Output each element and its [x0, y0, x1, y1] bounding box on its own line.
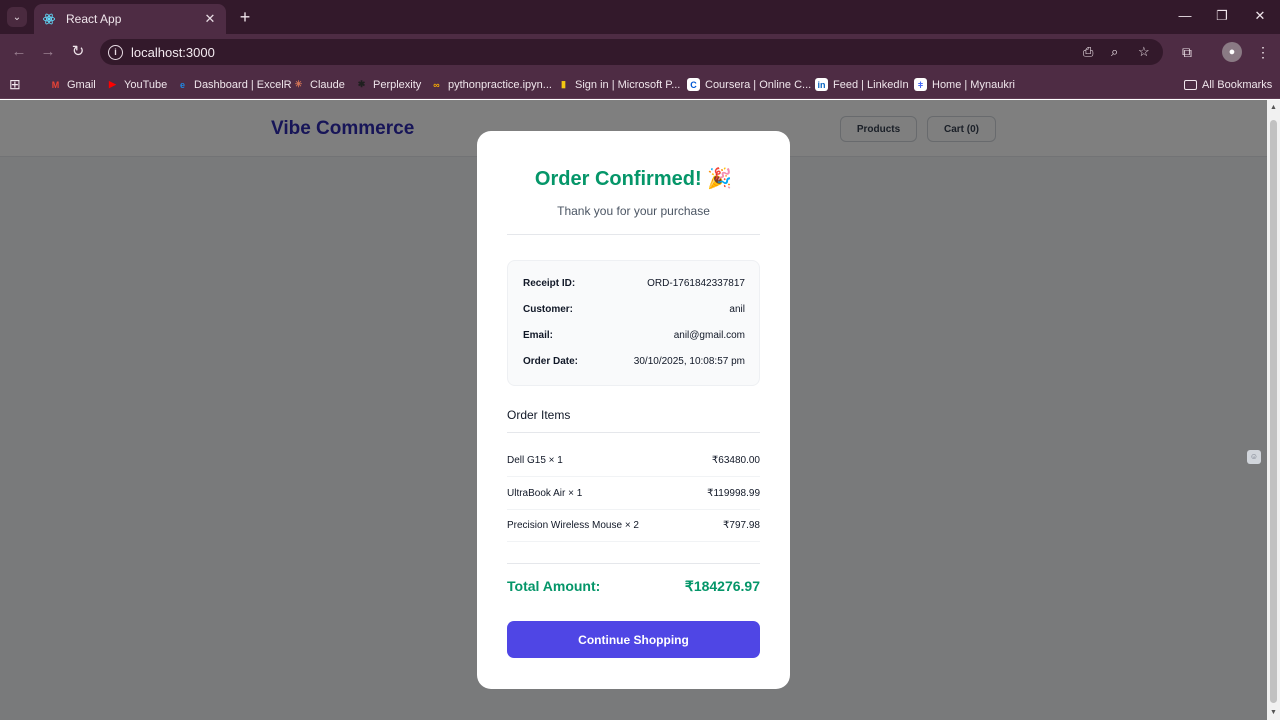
bookmark-label: Gmail: [67, 78, 96, 91]
extensions-icon[interactable]: ⧉: [1178, 43, 1196, 61]
receipt-row-id: Receipt ID: ORD-1761842337817: [523, 278, 745, 289]
new-tab-button[interactable]: +: [236, 7, 254, 27]
browser-menu-icon[interactable]: ⋮: [1254, 43, 1272, 61]
browser-toolbar: ← → ↻ i localhost:3000 ⎙ ⌕ ☆ ⧉ ● ⋮: [0, 34, 1280, 70]
receipt-value: ORD-1761842337817: [647, 278, 745, 289]
divider: [507, 234, 760, 235]
receipt-label: Order Date:: [523, 356, 579, 367]
item-price: ₹797.98: [723, 519, 760, 531]
bookmark-label: Dashboard | ExcelR: [194, 78, 292, 91]
bookmark-label: pythonpractice.ipyn...: [448, 78, 552, 91]
excelr-icon: e: [179, 79, 185, 90]
restore-button[interactable]: ❐: [1212, 8, 1232, 26]
receipt-label: Email:: [523, 330, 554, 341]
continue-shopping-button[interactable]: Continue Shopping: [507, 621, 760, 658]
order-total: Total Amount: ₹184276.97: [507, 578, 760, 595]
apps-grid-icon[interactable]: ⊞: [9, 76, 21, 93]
tab-strip: ⌄ React App ✕ + — ❐ ✕: [0, 0, 1280, 34]
bookmark-label: Home | Mynaukri: [932, 78, 1015, 91]
bookmark-star-icon[interactable]: ☆: [1138, 39, 1150, 65]
tab-search-button[interactable]: ⌄: [7, 7, 27, 27]
bookmark-powerbi[interactable]: ▮ Sign in | Microsoft P...: [557, 76, 680, 93]
bookmarks-bar: ⊞ M Gmail ▶ YouTube e Dashboard | ExcelR ✳ Clau…: [0, 70, 1280, 99]
order-item-row: Dell G15 × 1 ₹63480.00: [507, 444, 760, 477]
item-name: UltraBook Air × 1: [507, 487, 583, 499]
url-text[interactable]: localhost:3000: [131, 45, 215, 60]
bookmark-excelr[interactable]: e Dashboard | ExcelR: [176, 76, 292, 93]
bookmark-label: Claude: [310, 78, 345, 91]
receipt-row-date: Order Date: 30/10/2025, 10:08:57 pm: [523, 356, 745, 367]
item-price: ₹63480.00: [711, 454, 760, 466]
scrollbar-thumb[interactable]: [1270, 120, 1277, 703]
receipt-value: anil: [729, 304, 745, 315]
item-price: ₹119998.99: [707, 487, 760, 499]
order-items-heading: Order Items: [507, 408, 571, 422]
reload-icon[interactable]: ↻: [68, 43, 88, 61]
naukri-icon: ǂ: [914, 78, 927, 91]
profile-avatar-icon[interactable]: ●: [1222, 42, 1242, 62]
close-window-button[interactable]: ✕: [1250, 8, 1270, 26]
divider: [507, 563, 760, 564]
receipt-details: Receipt ID: ORD-1761842337817 Customer: …: [507, 260, 760, 386]
modal-subtitle: Thank you for your purchase: [557, 204, 710, 218]
tab-react-app[interactable]: React App ✕: [34, 4, 226, 34]
linkedin-icon: in: [815, 78, 828, 91]
bookmark-perplexity[interactable]: ✱ Perplexity: [355, 76, 422, 93]
item-name: Dell G15 × 1: [507, 454, 563, 466]
bookmark-youtube[interactable]: ▶ YouTube: [106, 76, 167, 93]
item-name: Precision Wireless Mouse × 2: [507, 519, 639, 531]
bookmark-label: Sign in | Microsoft P...: [575, 78, 681, 91]
bookmark-label: Perplexity: [373, 78, 422, 91]
page-scrollbar[interactable]: ▲ ▼: [1267, 100, 1280, 720]
react-icon: [42, 13, 56, 25]
bookmark-label: Feed | LinkedIn: [833, 78, 909, 91]
claude-icon: ✳: [294, 79, 303, 89]
modal-title: Order Confirmed! 🎉: [534, 168, 733, 190]
order-confirmation-modal: Order Confirmed! 🎉 Thank you for your pu…: [477, 131, 790, 689]
bookmark-linkedin[interactable]: in Feed | LinkedIn: [815, 76, 909, 93]
divider: [507, 432, 760, 433]
bookmark-label: Coursera | Online C...: [705, 78, 812, 91]
perplexity-icon: ✱: [357, 79, 366, 89]
back-arrow-icon[interactable]: ←: [9, 43, 29, 61]
receipt-value: 30/10/2025, 10:08:57 pm: [633, 356, 745, 367]
order-item-row: UltraBook Air × 1 ₹119998.99: [507, 477, 760, 510]
coursera-icon: C: [687, 78, 700, 91]
receipt-value: anil@gmail.com: [673, 330, 745, 341]
bookmark-claude[interactable]: ✳ Claude: [292, 76, 345, 93]
receipt-row-customer: Customer: anil: [523, 304, 745, 315]
forward-arrow-icon[interactable]: →: [38, 43, 58, 61]
gmail-icon: M: [51, 79, 60, 90]
bookmark-colab[interactable]: ∞ pythonpractice.ipyn...: [430, 76, 552, 93]
address-bar[interactable]: i localhost:3000 ⎙ ⌕ ☆: [100, 39, 1163, 65]
bookmark-label: YouTube: [124, 78, 168, 91]
extension-widget-icon[interactable]: ☺: [1247, 450, 1261, 464]
folder-icon: [1184, 79, 1197, 90]
receipt-label: Receipt ID:: [523, 278, 576, 289]
tab-close-icon[interactable]: ✕: [202, 11, 218, 27]
bookmark-coursera[interactable]: C Coursera | Online C...: [687, 76, 811, 93]
minimize-button[interactable]: —: [1175, 8, 1195, 26]
page-viewport: Vibe Commerce Products Cart (0) Order Co…: [0, 100, 1267, 720]
total-value: ₹184276.97: [684, 578, 760, 594]
total-label: Total Amount:: [507, 578, 601, 594]
install-app-icon[interactable]: ⎙: [1083, 39, 1093, 65]
all-bookmarks-label: All Bookmarks: [1202, 78, 1273, 91]
colab-icon: ∞: [433, 79, 440, 90]
bookmark-gmail[interactable]: M Gmail: [49, 76, 96, 93]
receipt-row-email: Email: anil@gmail.com: [523, 330, 745, 341]
site-info-icon[interactable]: i: [108, 44, 123, 60]
scroll-down-arrow-icon[interactable]: ▼: [1270, 709, 1277, 716]
zoom-icon[interactable]: ⌕: [1111, 39, 1118, 65]
scroll-up-arrow-icon[interactable]: ▲: [1270, 104, 1277, 111]
bookmark-naukri[interactable]: ǂ Home | Mynaukri: [914, 76, 1015, 93]
youtube-icon: ▶: [109, 79, 116, 89]
powerbi-icon: ▮: [561, 79, 566, 89]
all-bookmarks-button[interactable]: All Bookmarks: [1184, 76, 1272, 93]
receipt-label: Customer:: [523, 304, 574, 315]
order-item-row: Precision Wireless Mouse × 2 ₹797.98: [507, 509, 760, 542]
tab-title: React App: [66, 12, 122, 26]
